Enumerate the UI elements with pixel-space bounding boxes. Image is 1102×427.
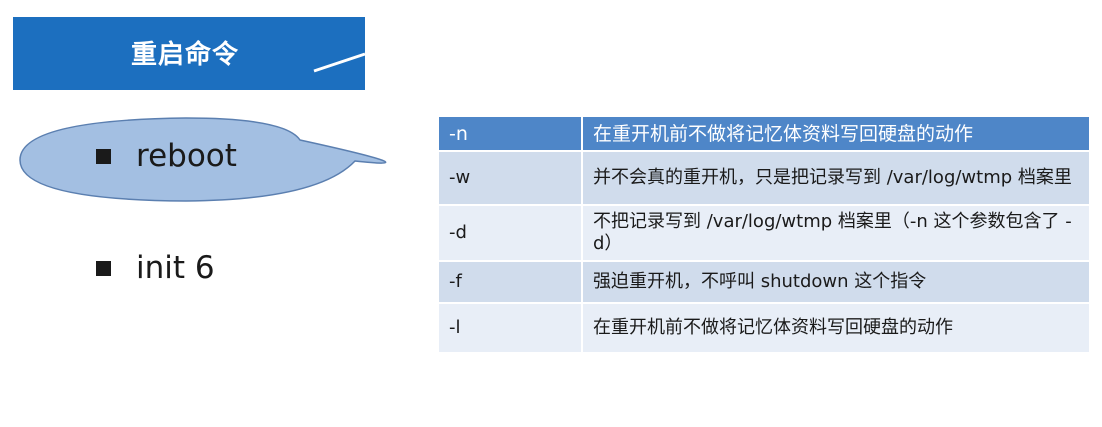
square-bullet-icon <box>96 148 111 164</box>
description-cell: 在重开机前不做将记忆体资料写回硬盘的动作 <box>582 303 1089 354</box>
bullet-text: reboot <box>136 138 237 174</box>
bullet-text: init 6 <box>136 250 215 286</box>
bullet-reboot: reboot <box>96 138 237 174</box>
option-cell: -f <box>439 261 583 304</box>
description-cell: 强迫重开机，不呼叫 shutdown 这个指令 <box>582 261 1089 304</box>
table-row: -f 强迫重开机，不呼叫 shutdown 这个指令 <box>439 261 1089 304</box>
bullet-init6: init 6 <box>96 250 215 286</box>
table-row: -d 不把记录写到 /var/log/wtmp 档案里（-n 这个参数包含了 -… <box>439 205 1089 262</box>
description-cell: 并不会真的重开机，只是把记录写到 /var/log/wtmp 档案里 <box>582 151 1089 206</box>
options-table: -n 在重开机前不做将记忆体资料写回硬盘的动作 -w 并不会真的重开机，只是把记… <box>439 117 1089 354</box>
table-row: -l 在重开机前不做将记忆体资料写回硬盘的动作 <box>439 303 1089 354</box>
square-bullet-icon <box>96 260 111 276</box>
table-row: -n 在重开机前不做将记忆体资料写回硬盘的动作 <box>439 117 1089 152</box>
description-cell: 不把记录写到 /var/log/wtmp 档案里（-n 这个参数包含了 -d） <box>582 205 1089 262</box>
option-cell: -d <box>439 205 583 262</box>
description-cell: 在重开机前不做将记忆体资料写回硬盘的动作 <box>582 117 1089 152</box>
table-row: -w 并不会真的重开机，只是把记录写到 /var/log/wtmp 档案里 <box>439 151 1089 206</box>
option-cell: -n <box>439 117 583 152</box>
option-cell: -l <box>439 303 583 354</box>
option-cell: -w <box>439 151 583 206</box>
